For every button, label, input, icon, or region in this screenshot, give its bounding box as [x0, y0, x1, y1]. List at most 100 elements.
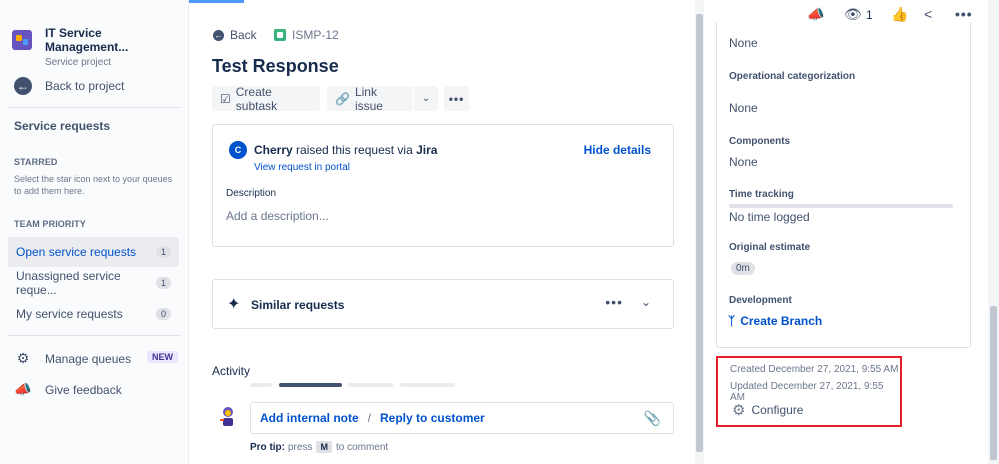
create-branch-button[interactable]: ᛉ Create Branch: [728, 314, 822, 328]
project-name: IT Service Management...: [44, 26, 129, 54]
add-internal-note-button[interactable]: Add internal note: [260, 411, 359, 425]
raised-phrase: raised this request via: [296, 143, 413, 157]
queue-my-service-requests[interactable]: My service requests 0: [8, 299, 179, 329]
create-subtask-label: Create subtask: [235, 84, 278, 113]
queue-label: Unassigned service reque...: [16, 269, 121, 297]
similar-requests-card[interactable]: ✦ Similar requests ••• ⌄: [212, 279, 674, 329]
more-icon[interactable]: •••: [955, 6, 973, 22]
channel-name: Jira: [416, 143, 438, 157]
details-scrollbar[interactable]: [988, 0, 999, 464]
field-value-time-tracking[interactable]: No time logged: [729, 210, 810, 224]
view-in-portal-link[interactable]: View request in portal: [254, 162, 350, 173]
megaphone-icon[interactable]: 📣: [807, 6, 824, 23]
field-value[interactable]: None: [729, 36, 758, 50]
field-label-original-estimate: Original estimate: [729, 242, 811, 253]
new-badge: NEW: [147, 351, 178, 363]
more-icon[interactable]: •••: [605, 294, 623, 310]
details-fields-panel: None Operational categorization None Com…: [716, 22, 971, 348]
give-feedback-link[interactable]: 📣 Give feedback: [14, 381, 122, 398]
divider: [8, 335, 181, 336]
back-to-project-label: Back to project: [45, 79, 125, 93]
manage-queues-label: Manage queues: [45, 351, 132, 366]
field-label-operational-categorization: Operational categorization: [729, 71, 856, 82]
scrollbar-thumb[interactable]: [990, 306, 997, 460]
pro-tip: Pro tip: press M to comment: [250, 441, 388, 453]
queue-label: Open service requests: [16, 245, 137, 259]
pro-tip-label: Pro tip:: [250, 441, 285, 453]
back-to-project-link[interactable]: ← Back to project: [14, 77, 124, 95]
field-value-operational-categorization[interactable]: None: [729, 101, 758, 115]
separator: /: [367, 411, 372, 425]
give-feedback-label: Give feedback: [45, 382, 122, 397]
project-header[interactable]: IT Service Management... Service project: [12, 26, 188, 68]
starred-help-text: Select the star icon next to your queues…: [14, 174, 173, 196]
configure-label: Configure: [751, 403, 804, 417]
manage-queues-link[interactable]: ⚙ Manage queues: [14, 350, 131, 367]
section-title: Service requests: [14, 119, 111, 133]
reply-to-customer-button[interactable]: Reply to customer: [380, 411, 485, 425]
arrow-left-icon: ←: [14, 77, 32, 95]
more-actions-button[interactable]: •••: [444, 86, 469, 111]
comment-editor[interactable]: Add internal note / Reply to customer 📎: [250, 402, 674, 434]
queue-unassigned-service-requests[interactable]: Unassigned service reque... 1: [8, 268, 179, 298]
branch-icon: ᛉ: [728, 314, 736, 328]
updated-timestamp: Updated December 27, 2021, 9:55 AM: [730, 381, 884, 403]
sidebar: IT Service Management... Service project…: [0, 0, 189, 464]
back-button[interactable]: ← Back: [213, 28, 257, 42]
field-label-development: Development: [729, 295, 792, 306]
activity-tab[interactable]: [348, 383, 393, 387]
field-value-original-estimate[interactable]: 0m: [731, 262, 755, 275]
activity-tab[interactable]: [250, 383, 272, 387]
gear-icon: ⚙: [732, 402, 746, 419]
description-field[interactable]: Add a description...: [226, 209, 329, 223]
user-avatar-icon: [220, 407, 233, 426]
link-issue-button[interactable]: 🔗 Link issue: [327, 85, 413, 113]
field-value-components[interactable]: None: [729, 155, 758, 169]
issue-title[interactable]: Test Response: [212, 56, 339, 77]
request-details-card: C Cherry raised this request via Jira Hi…: [212, 124, 674, 247]
raised-text: Cherry raised this request via Jira: [254, 143, 437, 157]
chevron-down-icon[interactable]: ⌄: [641, 295, 651, 309]
issue-key: ISMP-12: [292, 28, 339, 42]
project-logo-icon: [12, 30, 32, 50]
queue-open-service-requests[interactable]: Open service requests 1: [8, 237, 179, 267]
thumbs-up-icon[interactable]: 👍: [891, 6, 908, 23]
scrollbar-thumb[interactable]: [696, 14, 703, 452]
share-icon[interactable]: <: [924, 6, 932, 22]
keyboard-key: M: [316, 441, 332, 453]
pro-tip-press: press: [288, 441, 313, 453]
watch-count: 1: [866, 8, 873, 22]
project-type: Service project: [44, 57, 112, 68]
description-label: Description: [226, 188, 277, 199]
gear-icon: ⚙: [16, 350, 30, 366]
time-tracking-bar: [729, 204, 953, 208]
starred-label: STARRED: [14, 157, 58, 167]
issue-main: ← Back ISMP-12 Test Response ☑ Create su…: [190, 0, 695, 464]
issue-type-icon: [274, 29, 286, 41]
queue-label: My service requests: [16, 307, 123, 321]
main-scrollbar[interactable]: [695, 0, 704, 464]
create-subtask-button[interactable]: ☑ Create subtask: [212, 84, 320, 113]
paperclip-icon[interactable]: 📎: [644, 410, 661, 427]
more-icon: •••: [448, 91, 465, 106]
activity-tab-active[interactable]: [279, 383, 342, 387]
back-label: Back: [230, 28, 257, 42]
highlighted-metadata-box: Created December 27, 2021, 9:55 AM Updat…: [716, 356, 902, 427]
issue-key-link[interactable]: ISMP-12: [274, 28, 339, 42]
hide-details-link[interactable]: Hide details: [584, 143, 651, 157]
subtask-icon: ☑: [220, 91, 231, 106]
queue-count-badge: 0: [155, 308, 171, 320]
megaphone-icon: 📣: [14, 381, 32, 397]
sparkle-icon: ✦: [227, 296, 241, 313]
reporter-name: Cherry: [254, 143, 293, 157]
queue-count-badge: 1: [155, 277, 171, 289]
link-issue-dropdown[interactable]: ⌄: [414, 86, 438, 111]
configure-button[interactable]: ⚙ Configure: [732, 401, 803, 419]
eye-icon[interactable]: 👁: [844, 6, 862, 23]
avatar: C: [229, 141, 247, 159]
activity-tab[interactable]: [400, 383, 455, 387]
field-label-time-tracking: Time tracking: [729, 189, 794, 200]
activity-label: Activity: [212, 364, 251, 378]
team-priority-label: TEAM PRIORITY: [14, 219, 86, 229]
pro-tip-suffix: to comment: [335, 441, 389, 453]
